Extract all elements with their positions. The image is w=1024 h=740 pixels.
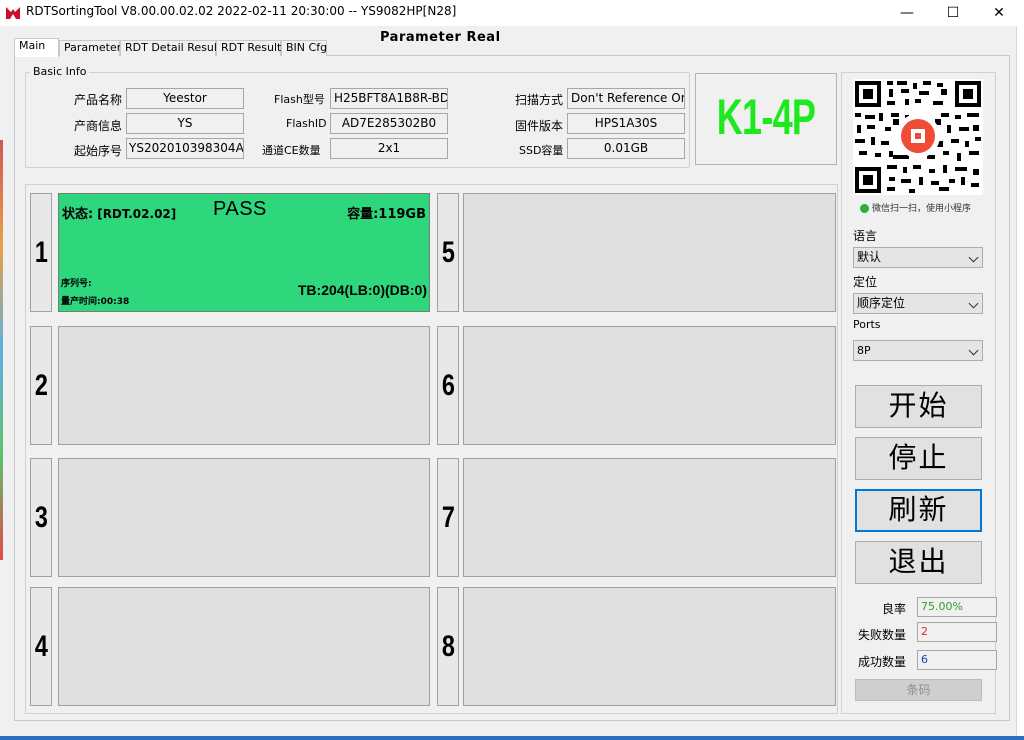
port-2-panel[interactable]	[58, 326, 430, 445]
start-button[interactable]: 开始	[855, 385, 982, 428]
chevron-down-icon	[968, 252, 979, 263]
scan-mode-label: 扫描方式	[515, 93, 564, 107]
port-6-number: 6	[437, 326, 459, 445]
window-frame-right	[1016, 26, 1024, 740]
chevron-down-icon	[968, 345, 979, 356]
ports-label: Ports	[853, 318, 881, 331]
fail-value: 2	[917, 622, 997, 642]
port-1-serial: 序列号:	[61, 279, 92, 289]
fail-label: 失败数量	[858, 628, 907, 642]
flash-model-field: H25BFT8A1B8R-BDA	[330, 88, 448, 109]
tab-parameter[interactable]: Parameter	[59, 40, 121, 56]
port-8-panel[interactable]	[463, 587, 836, 706]
model-badge: K1-4P	[716, 89, 816, 145]
port-5-number: 5	[437, 193, 459, 312]
window-bottom-edge	[0, 736, 1024, 740]
ssd-capacity-field: 0.01GB	[567, 138, 685, 159]
port-6-panel[interactable]	[463, 326, 836, 445]
position-select[interactable]: 顺序定位	[853, 293, 983, 314]
start-serial-label: 起始序号	[74, 144, 123, 158]
tab-main[interactable]: Main	[14, 38, 59, 57]
start-serial-field: YS202010398304AA	[126, 138, 244, 159]
basic-info-legend: Basic Info	[30, 65, 90, 78]
port-1-status: 状态: [RDT.02.02]	[62, 207, 177, 222]
flash-model-label: Flash型号	[274, 93, 325, 106]
yield-label: 良率	[882, 602, 907, 616]
qr-code-icon	[853, 79, 983, 195]
firmware-label: 固件版本	[515, 119, 564, 133]
firmware-field: HPS1A30S	[567, 113, 685, 134]
barcode-button[interactable]: 条码	[855, 679, 982, 701]
position-label: 定位	[853, 275, 878, 289]
flash-id-field: AD7E285302B0	[330, 113, 448, 134]
vendor-field: YS	[126, 113, 244, 134]
port-1-capacity: 容量:119GB	[347, 207, 426, 222]
language-label: 语言	[853, 229, 878, 243]
product-name-field: Yeestor	[126, 88, 244, 109]
ce-count-label: 通道CE数量	[262, 144, 321, 157]
desktop-edge	[0, 140, 3, 560]
port-7-number: 7	[437, 458, 459, 577]
qr-caption: 微信扫一扫，使用小程序	[860, 201, 971, 214]
close-button[interactable]: ✕	[976, 0, 1022, 26]
wechat-icon	[860, 204, 869, 213]
app-logo-icon	[6, 7, 20, 19]
tab-bin-cfg[interactable]: BIN Cfg	[281, 40, 327, 56]
ports-select[interactable]: 8P	[853, 340, 983, 361]
port-3-number: 3	[30, 458, 52, 577]
port-1-number: 1	[30, 193, 52, 312]
vendor-label: 产商信息	[74, 119, 123, 133]
page-heading: Parameter Real	[380, 30, 501, 45]
port-1-time: 量产时间:00:38	[61, 297, 130, 307]
success-label: 成功数量	[858, 655, 907, 669]
maximize-button[interactable]: ☐	[930, 0, 976, 26]
port-2-number: 2	[30, 326, 52, 445]
window-title: RDTSortingTool V8.00.00.02.02 2022-02-11…	[26, 4, 457, 18]
minimize-button[interactable]: —	[884, 0, 930, 26]
model-badge-box: K1-4P	[695, 73, 837, 165]
language-select[interactable]: 默认	[853, 247, 983, 268]
stop-button[interactable]: 停止	[855, 437, 982, 480]
success-value: 6	[917, 650, 997, 670]
port-1-panel[interactable]: 状态: [RDT.02.02] PASS 容量:119GB 序列号: 量产时间:0…	[58, 193, 430, 312]
port-1-tb: TB:204(LB:0)(DB:0)	[297, 282, 427, 298]
yield-value: 75.00%	[917, 597, 997, 617]
port-1-result: PASS	[213, 198, 267, 220]
port-8-number: 8	[437, 587, 459, 706]
exit-button[interactable]: 退出	[855, 541, 982, 584]
port-3-panel[interactable]	[58, 458, 430, 577]
port-4-panel[interactable]	[58, 587, 430, 706]
tab-rdt-result[interactable]: RDT Result	[216, 40, 281, 56]
port-7-panel[interactable]	[463, 458, 836, 577]
port-4-number: 4	[30, 587, 52, 706]
ssd-capacity-label: SSD容量	[519, 144, 564, 157]
port-5-panel[interactable]	[463, 193, 836, 312]
scan-mode-field: Don't Reference Orig	[567, 88, 685, 109]
tab-rdt-detail-result[interactable]: RDT Detail Result	[120, 40, 221, 56]
flash-id-label: FlashID	[286, 117, 327, 130]
ce-count-field: 2x1	[330, 138, 448, 159]
chevron-down-icon	[968, 298, 979, 309]
title-bar: RDTSortingTool V8.00.00.02.02 2022-02-11…	[0, 0, 1024, 26]
refresh-button[interactable]: 刷新	[855, 489, 982, 532]
product-name-label: 产品名称	[74, 93, 123, 107]
